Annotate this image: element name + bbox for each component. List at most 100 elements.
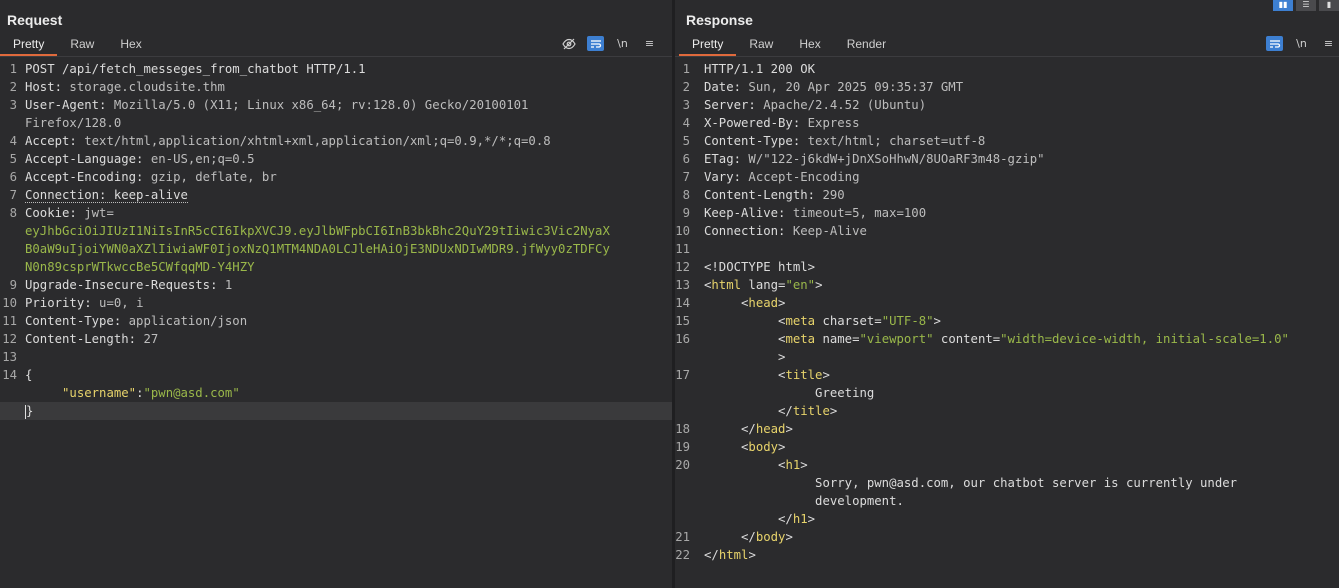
code-line: </title> — [675, 402, 1339, 420]
code-token: content= — [933, 332, 1001, 346]
line-number: 1 — [9, 62, 17, 76]
code-token: Accept-Encoding — [748, 170, 860, 184]
code-token: 1 — [224, 278, 233, 292]
split-horizontal-icon[interactable]: ▮▮ — [1273, 0, 1293, 11]
code-token: 290 — [822, 188, 845, 202]
code-line: > — [675, 348, 1339, 366]
code-token: head — [748, 296, 779, 310]
line-number: 5 — [682, 134, 690, 148]
code-token: </ — [704, 548, 719, 562]
tab-render[interactable]: Render — [834, 35, 899, 54]
response-editor[interactable]: 1 HTTP/1.1 200 OK 2 Date: Sun, 20 Apr 2025 … — [675, 60, 1339, 588]
code-line: 15 <meta charset="UTF-8"> — [675, 312, 1339, 330]
code-line: 11 Content-Type: application/json — [0, 312, 672, 330]
line-number: 18 — [675, 422, 690, 436]
code-text: <title> — [704, 366, 830, 384]
code-token: Content-Type: — [25, 314, 129, 328]
code-line: 3 User-Agent: Mozilla/5.0 (X11; Linux x86… — [0, 96, 672, 114]
menu-icon[interactable]: ≡ — [641, 36, 658, 51]
code-text: eyJhbGciOiJIUzI1NiIsInR5cCI6IkpXVCJ9.eyJ… — [25, 222, 610, 240]
code-text: User-Agent: Mozilla/5.0 (X11; Linux x86_… — [25, 96, 528, 114]
code-token: Apache/2.4.52 (Ubuntu) — [763, 98, 927, 112]
line-number: 14 — [675, 296, 690, 310]
line-number: 10 — [675, 224, 690, 238]
code-line: 5 Accept-Language: en-US,en;q=0.5 — [0, 150, 672, 168]
menu-icon[interactable]: ≡ — [1320, 36, 1337, 51]
code-line: 6 ETag: W/"122-j6kdW+jDnXSoHhwN/8UOaRF3m4… — [675, 150, 1339, 168]
split-vertical-icon[interactable]: ☰ — [1296, 0, 1316, 11]
layout-toggle-group: ▮▮ ☰ ▮ — [1273, 0, 1339, 11]
code-text: { — [25, 366, 32, 384]
line-number: 9 — [9, 278, 17, 292]
code-token: "pwn@asd.com" — [143, 386, 240, 400]
code-token: > — [785, 530, 793, 544]
code-token: </ — [704, 422, 756, 436]
code-token: > — [778, 440, 786, 454]
request-tab-divider — [0, 56, 672, 57]
code-token: "en" — [785, 278, 816, 292]
code-line: 22 </html> — [675, 546, 1339, 564]
code-text: Accept-Encoding: gzip, deflate, br — [25, 168, 277, 186]
code-token: Express — [807, 116, 860, 130]
code-token: > — [785, 422, 793, 436]
code-token: > — [815, 278, 823, 292]
code-token: title — [785, 368, 823, 382]
line-number: 8 — [9, 206, 17, 220]
code-line: 14 <head> — [675, 294, 1339, 312]
tab-pretty[interactable]: Pretty — [0, 35, 58, 56]
line-number: 1 — [682, 62, 690, 76]
tab-raw[interactable]: Raw — [57, 35, 107, 54]
code-text: <!DOCTYPE html> — [704, 258, 815, 276]
code-token: 27 — [143, 332, 159, 346]
wrap-icon[interactable] — [587, 36, 604, 51]
code-token: development. — [704, 494, 904, 508]
newline-icon[interactable]: \n — [1293, 36, 1310, 51]
line-number: 17 — [675, 368, 690, 382]
single-pane-icon[interactable]: ▮ — [1319, 0, 1339, 11]
tab-raw[interactable]: Raw — [736, 35, 786, 54]
code-token: X-Powered-By: — [704, 116, 808, 130]
line-number: 11 — [675, 242, 690, 256]
code-token: text/html; charset=utf-8 — [807, 134, 986, 148]
code-token: Server: — [704, 98, 764, 112]
code-token: Content-Length: — [25, 332, 144, 346]
code-line: 13 — [0, 348, 672, 366]
code-token: Keep-Alive — [792, 224, 867, 238]
code-text: Host: storage.cloudsite.thm — [25, 78, 225, 96]
code-text: </h1> — [704, 510, 815, 528]
code-text: HTTP/1.1 200 OK — [704, 60, 815, 78]
code-line: 4 Accept: text/html,application/xhtml+xml… — [0, 132, 672, 150]
code-token: html — [718, 548, 749, 562]
line-number: 7 — [9, 188, 17, 202]
line-number: 14 — [2, 368, 17, 382]
code-token: en-US,en;q=0.5 — [150, 152, 255, 166]
tab-pretty[interactable]: Pretty — [679, 35, 737, 56]
code-token: ETag: — [704, 152, 749, 166]
wrap-icon[interactable] — [1266, 36, 1283, 51]
code-text: </html> — [704, 546, 756, 564]
newline-icon[interactable]: \n — [614, 36, 631, 51]
code-line: 17 <title> — [675, 366, 1339, 384]
request-toolbar: \n ≡ — [560, 36, 658, 51]
code-text: } — [25, 402, 33, 420]
response-tab-divider — [675, 56, 1339, 57]
code-token: B0aW9uIjoiYWN0aXZlIiwiaWF0IjoxNzQ1MTM4ND… — [25, 242, 610, 256]
code-token: Date: — [704, 80, 749, 94]
code-line: </h1> — [675, 510, 1339, 528]
code-token: "username" — [62, 386, 137, 400]
code-token: < — [704, 440, 749, 454]
request-editor[interactable]: 1 POST /api/fetch_messeges_from_chatbot H… — [0, 60, 672, 588]
line-number: 2 — [9, 80, 17, 94]
code-token: Sun, 20 Apr 2025 09:35:37 GMT — [748, 80, 964, 94]
code-line: 9 Keep-Alive: timeout=5, max=100 — [675, 204, 1339, 222]
code-line: 10 Connection: Keep-Alive — [675, 222, 1339, 240]
code-token: jwt= — [84, 206, 114, 220]
eye-off-icon[interactable] — [560, 36, 577, 51]
code-token: W/"122-j6kdW+jDnXSoHhwN/8UOaRF3m48-gzip" — [748, 152, 1045, 166]
response-title: Response — [686, 12, 753, 28]
code-text: <meta name="viewport" content="width=dev… — [704, 330, 1289, 348]
code-token: < — [704, 314, 786, 328]
tab-hex[interactable]: Hex — [786, 35, 833, 54]
tab-hex[interactable]: Hex — [107, 35, 154, 54]
code-text: Accept: text/html,application/xhtml+xml,… — [25, 132, 551, 150]
